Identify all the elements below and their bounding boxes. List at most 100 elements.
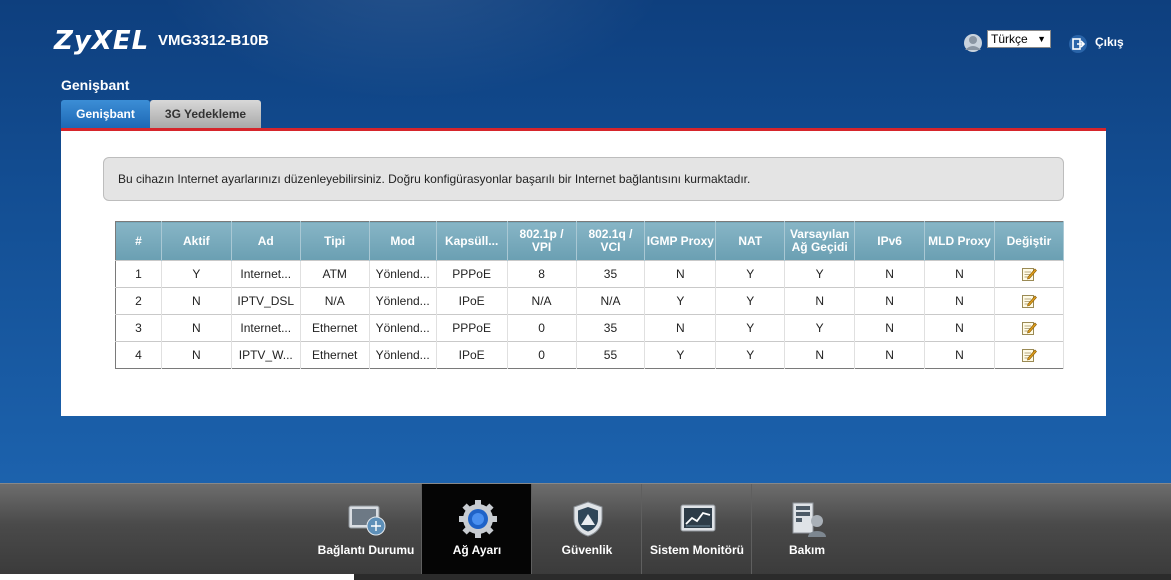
col-encapsulation: Kapsüll... bbox=[436, 221, 508, 261]
table-row: 1 Y Internet... ATM Yönlend... PPPoE 8 3… bbox=[115, 260, 1065, 288]
tab-broadband[interactable]: Genişbant bbox=[61, 100, 150, 128]
cell-type: Ethernet bbox=[300, 341, 370, 369]
cell-active: N bbox=[161, 341, 232, 369]
cell-index: 1 bbox=[115, 260, 162, 288]
logout-link[interactable]: Çıkış bbox=[1095, 35, 1124, 49]
monitor-icon bbox=[680, 504, 716, 532]
cell-igmp-proxy: Y bbox=[644, 341, 717, 369]
cell-mode: Yönlend... bbox=[369, 260, 437, 288]
nav-label: Bakım bbox=[788, 543, 826, 557]
edit-icon[interactable] bbox=[1021, 293, 1037, 309]
cell-encapsulation: IPoE bbox=[436, 287, 508, 315]
content-panel: Bu cihazın Internet ayarlarınızı düzenle… bbox=[61, 128, 1106, 416]
cell-mld-proxy: N bbox=[924, 314, 995, 342]
col-mode: Mod bbox=[369, 221, 437, 261]
user-globe-icon bbox=[964, 34, 982, 52]
cell-encapsulation: IPoE bbox=[436, 341, 508, 369]
cell-mld-proxy: N bbox=[924, 287, 995, 315]
nav-security[interactable]: Güvenlik bbox=[532, 484, 642, 574]
bottom-nav-bar: Bağlantı Durumu Ağ Ayarı Güvenlik Sistem… bbox=[0, 483, 1171, 574]
col-igmp-proxy: IGMP Proxy bbox=[644, 221, 717, 261]
wan-table: # Aktif Ad Tipi Mod Kapsüll... 802.1p / … bbox=[115, 221, 1065, 369]
cell-mode: Yönlend... bbox=[369, 287, 437, 315]
tab-3g-backup[interactable]: 3G Yedekleme bbox=[150, 100, 261, 128]
language-value: Türkçe bbox=[991, 32, 1028, 46]
brand-logo: ZyXEL bbox=[54, 26, 150, 56]
cell-default-gateway: N bbox=[784, 341, 856, 369]
cell-vpi: 8 bbox=[507, 260, 577, 288]
cell-encapsulation: PPPoE bbox=[436, 260, 508, 288]
cell-vci: 35 bbox=[576, 314, 646, 342]
col-name: Ad bbox=[231, 221, 301, 261]
cell-nat: Y bbox=[715, 341, 786, 369]
info-message: Bu cihazın Internet ayarlarınızı düzenle… bbox=[103, 157, 1064, 201]
table-row: 3 N Internet... Ethernet Yönlend... PPPo… bbox=[115, 314, 1065, 342]
shield-icon bbox=[573, 501, 603, 537]
logout-icon[interactable] bbox=[1068, 35, 1088, 53]
col-active: Aktif bbox=[161, 221, 232, 261]
cell-ipv6: N bbox=[854, 287, 926, 315]
cell-ipv6: N bbox=[854, 314, 926, 342]
table-row: 4 N IPTV_W... Ethernet Yönlend... IPoE 0… bbox=[115, 341, 1065, 369]
cell-mld-proxy: N bbox=[924, 260, 995, 288]
edit-icon[interactable] bbox=[1021, 347, 1037, 363]
cell-nat: Y bbox=[715, 314, 786, 342]
nav-label: Bağlantı Durumu bbox=[317, 543, 415, 557]
window-bottom-strip bbox=[0, 574, 1171, 580]
dropdown-arrow-icon: ▼ bbox=[1037, 34, 1046, 44]
cell-type: ATM bbox=[300, 260, 370, 288]
cell-vci: N/A bbox=[576, 287, 646, 315]
cell-active: N bbox=[161, 314, 232, 342]
cell-name: IPTV_DSL bbox=[231, 287, 301, 315]
nav-maintenance[interactable]: Bakım bbox=[752, 484, 862, 574]
status-strip bbox=[0, 574, 354, 580]
cell-igmp-proxy: N bbox=[644, 314, 717, 342]
cell-active: N bbox=[161, 287, 232, 315]
col-index: # bbox=[115, 221, 162, 261]
cell-vpi: 0 bbox=[507, 314, 577, 342]
cell-name: IPTV_W... bbox=[231, 341, 301, 369]
col-vci: 802.1q / VCI bbox=[576, 221, 646, 261]
cell-edit bbox=[994, 260, 1065, 288]
cell-mode: Yönlend... bbox=[369, 314, 437, 342]
cell-ipv6: N bbox=[854, 260, 926, 288]
nav-connection-status[interactable]: Bağlantı Durumu bbox=[311, 484, 421, 574]
cell-vpi: N/A bbox=[507, 287, 577, 315]
connection-status-icon bbox=[348, 505, 386, 536]
edit-icon[interactable] bbox=[1021, 266, 1037, 282]
cell-type: N/A bbox=[300, 287, 370, 315]
cell-igmp-proxy: N bbox=[644, 260, 717, 288]
cell-name: Internet... bbox=[231, 314, 301, 342]
cell-index: 3 bbox=[115, 314, 162, 342]
cell-ipv6: N bbox=[854, 341, 926, 369]
maintenance-icon bbox=[792, 502, 826, 537]
col-edit: Değiştir bbox=[994, 221, 1065, 261]
cell-type: Ethernet bbox=[300, 314, 370, 342]
cell-edit bbox=[994, 287, 1065, 315]
col-type: Tipi bbox=[300, 221, 370, 261]
nav-label: Ağ Ayarı bbox=[452, 543, 502, 557]
nav-system-monitor[interactable]: Sistem Monitörü bbox=[642, 484, 752, 574]
header-area: ZyXEL VMG3312-B10B Türkçe ▼ Çıkış Genişb… bbox=[0, 0, 1171, 483]
col-ipv6: IPv6 bbox=[854, 221, 926, 261]
col-nat: NAT bbox=[715, 221, 786, 261]
edit-icon[interactable] bbox=[1021, 320, 1037, 336]
nav-network-setting[interactable]: Ağ Ayarı bbox=[422, 484, 532, 574]
table-row: 2 N IPTV_DSL N/A Yönlend... IPoE N/A N/A… bbox=[115, 287, 1065, 315]
nav-label: Güvenlik bbox=[561, 543, 613, 557]
col-mld-proxy: MLD Proxy bbox=[924, 221, 995, 261]
cell-default-gateway: Y bbox=[784, 314, 856, 342]
language-select[interactable]: Türkçe ▼ bbox=[987, 30, 1051, 48]
cell-edit bbox=[994, 341, 1065, 369]
cell-active: Y bbox=[161, 260, 232, 288]
col-default-gateway: Varsayılan Ağ Geçidi bbox=[784, 221, 856, 261]
model-name: VMG3312-B10B bbox=[158, 32, 269, 49]
cell-nat: Y bbox=[715, 260, 786, 288]
cell-default-gateway: N bbox=[784, 287, 856, 315]
gear-icon bbox=[459, 500, 497, 538]
page-title: Genişbant bbox=[61, 77, 130, 93]
cell-index: 4 bbox=[115, 341, 162, 369]
cell-vpi: 0 bbox=[507, 341, 577, 369]
cell-encapsulation: PPPoE bbox=[436, 314, 508, 342]
cell-mode: Yönlend... bbox=[369, 341, 437, 369]
